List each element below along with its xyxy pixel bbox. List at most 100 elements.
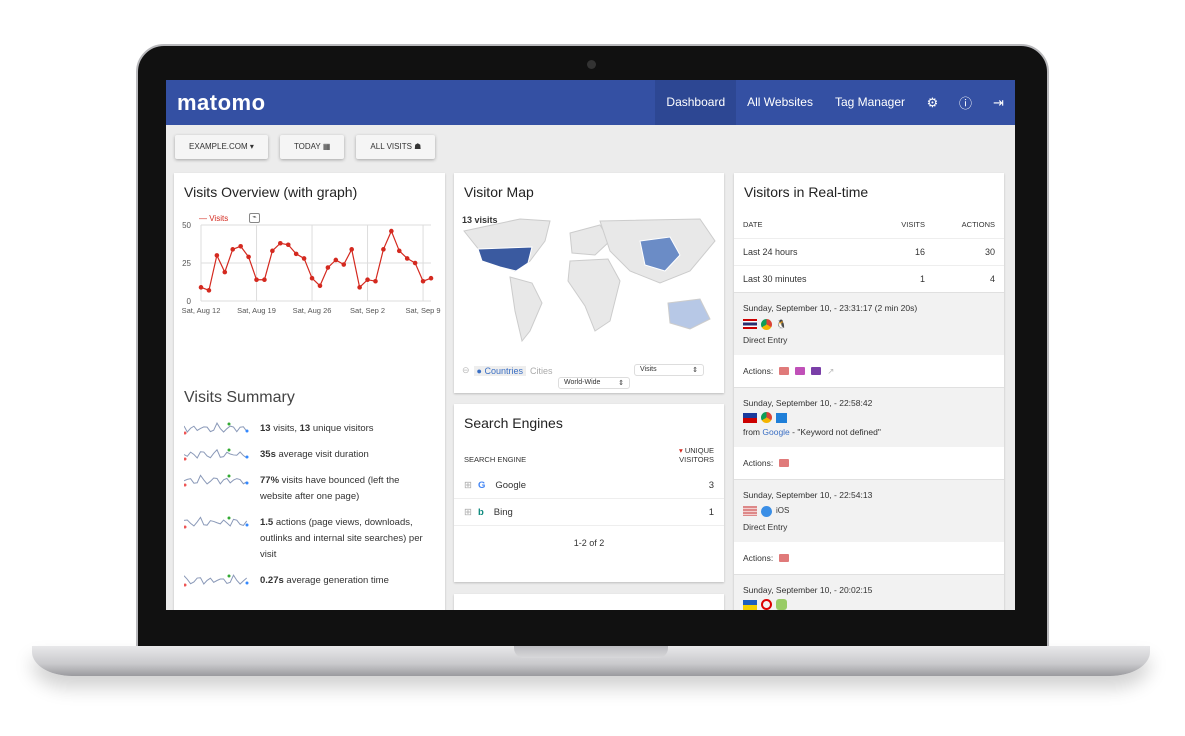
data-point[interactable] xyxy=(301,256,307,261)
pagination: 1-2 of 2 xyxy=(573,538,605,548)
widget-title: Visits Overview (with graph) xyxy=(184,184,358,200)
matomo-logo[interactable]: matomo xyxy=(177,90,655,116)
sparkline[interactable] xyxy=(184,447,250,463)
data-point[interactable] xyxy=(262,277,267,283)
next-widget xyxy=(454,594,724,610)
visits-chart: 0 25 50 Sat, Aug 12 Sat, Aug 19 Sat, Aug 26 Sa… xyxy=(182,221,441,315)
sparkline[interactable] xyxy=(184,515,250,531)
countries-tab[interactable]: ● Countries xyxy=(473,365,527,376)
data-point[interactable] xyxy=(317,283,323,289)
column-visits: VISITS xyxy=(901,220,925,229)
opera-icon xyxy=(761,599,772,610)
data-point[interactable] xyxy=(349,247,354,252)
data-point[interactable] xyxy=(214,253,220,258)
bing-icon: b xyxy=(477,506,484,518)
period-selector[interactable]: TODAY ▦ xyxy=(279,135,345,159)
sparkline[interactable] xyxy=(184,473,250,489)
data-point[interactable] xyxy=(365,277,370,283)
sparkline[interactable] xyxy=(184,573,250,589)
visit-entry[interactable]: Sunday, September 10, - 22:58:42 from Go… xyxy=(734,387,1004,447)
data-point[interactable] xyxy=(412,260,418,266)
action-folder-icon xyxy=(779,554,790,562)
visit-entry[interactable]: Sunday, September 10, - 23:31:17 (2 min … xyxy=(734,292,1004,355)
data-point[interactable] xyxy=(254,277,259,283)
y-tick-label: 0 xyxy=(187,297,192,306)
data-point[interactable] xyxy=(389,228,394,234)
data-point[interactable] xyxy=(381,247,386,252)
map-africa xyxy=(567,258,621,332)
widget-title: Visitor Map xyxy=(464,184,534,200)
visits-overview-widget: Visits Overview (with graph) — Visits ⌁ … xyxy=(174,173,445,610)
data-point[interactable] xyxy=(404,256,410,261)
summary-row: 13 visits, 13 unique visitors xyxy=(180,419,435,445)
webcam xyxy=(587,60,596,69)
nav-dashboard[interactable]: Dashboard xyxy=(655,80,737,125)
column-actions: ACTIONS xyxy=(961,220,995,229)
gear-icon[interactable]: ⚙ xyxy=(916,95,949,111)
info-icon[interactable]: ⓘ xyxy=(949,93,982,112)
data-point[interactable] xyxy=(285,242,291,248)
site-selector[interactable]: EXAMPLE.COM ▾ xyxy=(175,135,268,159)
data-point[interactable] xyxy=(238,243,243,249)
data-point[interactable] xyxy=(278,240,283,246)
data-point[interactable] xyxy=(230,247,236,252)
column-unique-visitors[interactable]: ▾ UNIQUE VISITORS xyxy=(664,446,714,464)
column-search-engine[interactable]: SEARCH ENGINE xyxy=(464,455,526,464)
data-point[interactable] xyxy=(357,285,362,290)
world-map[interactable] xyxy=(460,211,722,361)
zoom-out-icon[interactable]: ⊖ xyxy=(462,365,470,376)
data-point[interactable] xyxy=(428,275,434,281)
cities-tab[interactable]: Cities xyxy=(530,366,553,376)
linux-icon: 🐧 xyxy=(776,319,787,329)
nav-all-websites[interactable]: All Websites xyxy=(736,80,824,125)
action-folder-icon xyxy=(779,459,790,467)
segment-label: ALL VISITS xyxy=(370,142,412,151)
data-point[interactable] xyxy=(293,251,299,257)
x-tick-label: Sat, Sep 2 xyxy=(350,306,385,315)
data-point[interactable] xyxy=(246,254,251,260)
data-point[interactable] xyxy=(341,262,347,267)
data-point[interactable] xyxy=(396,248,402,254)
widget-title: Search Engines xyxy=(464,415,563,431)
data-point[interactable] xyxy=(325,265,331,270)
search-engines-widget: Search Engines SEARCH ENGINE ▾ UNIQUE VI… xyxy=(454,404,724,582)
calendar-icon: ▦ xyxy=(322,142,331,151)
chrome-icon xyxy=(761,412,772,423)
data-point[interactable] xyxy=(206,288,212,293)
data-point[interactable] xyxy=(309,275,315,281)
logout-icon[interactable]: ⇥ xyxy=(982,95,1015,111)
ukraine-flag-icon xyxy=(743,599,757,610)
metric-select[interactable]: Visits ⇕ xyxy=(634,364,704,376)
x-tick-label: Sat, Aug 12 xyxy=(182,306,221,315)
data-point[interactable] xyxy=(333,257,339,263)
safari-icon xyxy=(761,505,772,517)
data-point[interactable] xyxy=(270,248,275,254)
region-select[interactable]: World-Wide ⇕ xyxy=(558,377,630,389)
table-row[interactable]: ⊞ b Bing 1 xyxy=(454,499,724,526)
data-point[interactable] xyxy=(222,269,228,275)
chrome-icon xyxy=(761,318,772,330)
action-folder-icon xyxy=(795,367,806,375)
segment-selector[interactable]: ALL VISITS ☗ xyxy=(356,135,436,159)
google-icon: G xyxy=(477,479,486,491)
sparkline[interactable] xyxy=(184,421,250,437)
data-point[interactable] xyxy=(373,278,378,284)
data-point[interactable] xyxy=(420,278,426,284)
map-south-america xyxy=(509,276,543,343)
visits-line xyxy=(200,229,432,292)
visit-entry[interactable]: Sunday, September 10, - 20:02:15 xyxy=(734,574,1004,610)
visit-entry[interactable]: Sunday, September 10, - 22:54:13 iOS Dir… xyxy=(734,479,1004,542)
referrer-link[interactable]: Google xyxy=(762,427,789,437)
table-row[interactable]: ⊞ G Google 3 xyxy=(454,472,724,499)
summary-row: 0.27s average generation time xyxy=(180,571,435,597)
windows-icon xyxy=(776,412,787,423)
expand-icon: ⊞ xyxy=(464,506,472,518)
data-point[interactable] xyxy=(198,285,204,290)
x-tick-label: Sat, Aug 26 xyxy=(293,306,332,315)
nav-tag-manager[interactable]: Tag Manager xyxy=(824,80,916,125)
action-folder-icon xyxy=(779,367,790,375)
map-usa xyxy=(477,246,533,272)
android-icon xyxy=(776,599,787,610)
y-tick-label: 25 xyxy=(182,259,191,268)
summary-row: 77% visits have bounced (left the websit… xyxy=(180,471,435,513)
